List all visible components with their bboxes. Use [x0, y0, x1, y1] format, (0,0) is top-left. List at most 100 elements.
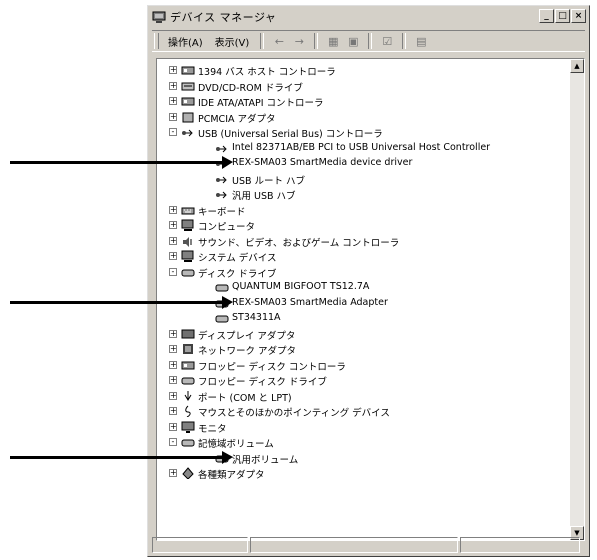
- help-icon[interactable]: ▤: [412, 33, 430, 49]
- expand-icon[interactable]: +: [169, 221, 177, 229]
- tree-item-label: 各種類アダプタ: [198, 470, 265, 481]
- expand-icon[interactable]: +: [169, 360, 177, 369]
- tree-row[interactable]: + ポート (COM と LPT): [157, 389, 570, 405]
- tree-item-label: ポート (COM と LPT): [198, 392, 292, 404]
- tree-row[interactable]: - USB (Universal Serial Bus) コントローラ: [157, 125, 570, 141]
- tree-item-label: REX-SMA03 SmartMedia device driver: [232, 157, 413, 168]
- expand-icon[interactable]: +: [169, 66, 177, 74]
- scroll-up-icon[interactable]: ▲: [570, 59, 584, 73]
- tree-item-label: コンピュータ: [198, 222, 256, 233]
- usb-icon: [216, 176, 227, 183]
- back-icon[interactable]: ←: [270, 33, 288, 49]
- menu-toolbar: 操作(A) 表示(V) ← → ▦ ▣ ☑ ▤: [152, 30, 585, 52]
- usb-icon: [182, 129, 193, 137]
- menu-view[interactable]: 表示(V): [215, 34, 250, 49]
- minimize-button[interactable]: _: [539, 9, 554, 23]
- tree-item-label: フロッピー ディスク コントローラ: [198, 361, 346, 373]
- status-pane: [460, 537, 580, 553]
- tree-item-label: 1394 バス ホスト コントローラ: [198, 67, 336, 78]
- tree-row[interactable]: + PCMCIA アダプタ: [157, 110, 570, 126]
- scan-hardware-icon[interactable]: ☑: [378, 33, 396, 49]
- tree-row[interactable]: QUANTUM BIGFOOT TS12.7A: [157, 280, 570, 296]
- annotation-arrow: [10, 450, 233, 464]
- monitor-icon: [181, 421, 195, 433]
- tree-row[interactable]: + ディスプレイ アダプタ: [157, 327, 570, 343]
- tree-item-label: マウスとそのほかのポインティング デバイス: [198, 408, 390, 419]
- computer-icon: [181, 219, 194, 231]
- tree-row[interactable]: + コンピュータ: [157, 218, 570, 234]
- toolbar-separator: [402, 33, 407, 49]
- controller-icon: [181, 66, 195, 75]
- collapse-icon[interactable]: -: [169, 267, 177, 276]
- toolbar-separator: [260, 33, 265, 49]
- expand-icon[interactable]: +: [169, 205, 177, 214]
- expand-icon[interactable]: +: [169, 112, 177, 121]
- menu-action[interactable]: 操作(A): [168, 34, 203, 49]
- tree-item-label: システム デバイス: [198, 253, 277, 264]
- port-icon: [184, 390, 192, 401]
- tree-item-label: ディスプレイ アダプタ: [198, 330, 296, 342]
- expand-icon[interactable]: +: [169, 329, 177, 338]
- tree-row[interactable]: + キーボード: [157, 203, 570, 219]
- expand-icon[interactable]: +: [169, 407, 177, 415]
- tree-item-label: サウンド、ビデオ、およびゲーム コントローラ: [198, 237, 400, 249]
- expand-icon[interactable]: +: [169, 81, 177, 90]
- annotation-arrow: [10, 156, 233, 169]
- tree-row[interactable]: + ネットワーク アダプタ: [157, 342, 570, 358]
- tree-row[interactable]: + 各種類アダプタ: [157, 466, 570, 482]
- tree-item-label: PCMCIA アダプタ: [198, 113, 276, 125]
- tree-row[interactable]: 汎用 USB ハブ: [157, 187, 570, 203]
- tree-item-label: ST34311A: [232, 312, 281, 323]
- tree-row[interactable]: + DVD/CD-ROM ドライブ: [157, 79, 570, 95]
- close-button[interactable]: ×: [571, 9, 586, 23]
- expand-icon[interactable]: +: [169, 97, 177, 105]
- properties-icon[interactable]: ▦: [324, 33, 342, 49]
- title-bar[interactable]: デバイス マネージャ _ □ ×: [150, 8, 587, 26]
- toolbar-separator: [368, 33, 373, 49]
- display-icon: [181, 329, 195, 338]
- tree-item-label: モニタ: [198, 423, 227, 435]
- tree-row[interactable]: Intel 82371AB/EB PCI to USB Universal Ho…: [157, 141, 570, 157]
- tree-row[interactable]: + IDE ATA/ATAPI コントローラ: [157, 94, 570, 110]
- tree-row[interactable]: + システム デバイス: [157, 249, 570, 265]
- adapter-icon: [182, 467, 194, 479]
- disk-icon: [215, 315, 229, 323]
- tree-row[interactable]: + フロッピー ディスク コントローラ: [157, 358, 570, 374]
- expand-icon[interactable]: +: [169, 469, 177, 477]
- collapse-icon[interactable]: -: [169, 438, 177, 446]
- vertical-scrollbar[interactable]: ▲ ▼: [570, 59, 584, 540]
- expand-icon[interactable]: +: [169, 252, 177, 260]
- tree-item-label: Intel 82371AB/EB PCI to USB Universal Ho…: [232, 141, 491, 153]
- tree-item-label: キーボード: [198, 206, 246, 218]
- tree-row[interactable]: +1394 バス ホスト コントローラ: [157, 63, 570, 79]
- device-manager-window: デバイス マネージャ _ □ × 操作(A) 表示(V) ← → ▦ ▣ ☑ ▤…: [147, 5, 590, 557]
- tree-row[interactable]: + モニタ: [157, 420, 570, 436]
- collapse-icon[interactable]: -: [169, 128, 177, 136]
- tree-row[interactable]: + フロッピー ディスク ドライブ: [157, 373, 570, 389]
- tree-row[interactable]: - ディスク ドライブ: [157, 265, 570, 281]
- usb-icon: [216, 145, 227, 152]
- pcmcia-icon: [182, 112, 194, 122]
- controller-icon: [181, 361, 195, 369]
- computer-icon: [181, 250, 194, 262]
- network-icon: [183, 344, 193, 354]
- expand-icon[interactable]: +: [169, 236, 177, 245]
- device-tree: +1394 バス ホスト コントローラ + DVD/CD-ROM ドライブ + IDE …: [157, 63, 570, 482]
- forward-icon[interactable]: →: [290, 33, 308, 49]
- sound-icon: [183, 236, 192, 247]
- tree-item-label: USB ルート ハブ: [232, 175, 306, 187]
- expand-icon[interactable]: +: [169, 345, 177, 353]
- tree-row[interactable]: USB ルート ハブ: [157, 172, 570, 188]
- tree-row[interactable]: + サウンド、ビデオ、およびゲーム コントローラ: [157, 234, 570, 250]
- expand-icon[interactable]: +: [169, 376, 177, 384]
- maximize-button[interactable]: □: [555, 9, 570, 23]
- tree-row[interactable]: + マウスとそのほかのポインティング デバイス: [157, 404, 570, 420]
- expand-icon[interactable]: +: [169, 422, 177, 431]
- controller-icon: [181, 97, 195, 106]
- expand-icon[interactable]: +: [169, 391, 177, 400]
- tree-row[interactable]: - 記憶域ボリューム: [157, 435, 570, 451]
- tree-row[interactable]: ST34311A: [157, 311, 570, 327]
- device-manager-icon: [152, 11, 166, 23]
- view-icon[interactable]: ▣: [344, 33, 362, 49]
- mouse-icon: [185, 405, 191, 417]
